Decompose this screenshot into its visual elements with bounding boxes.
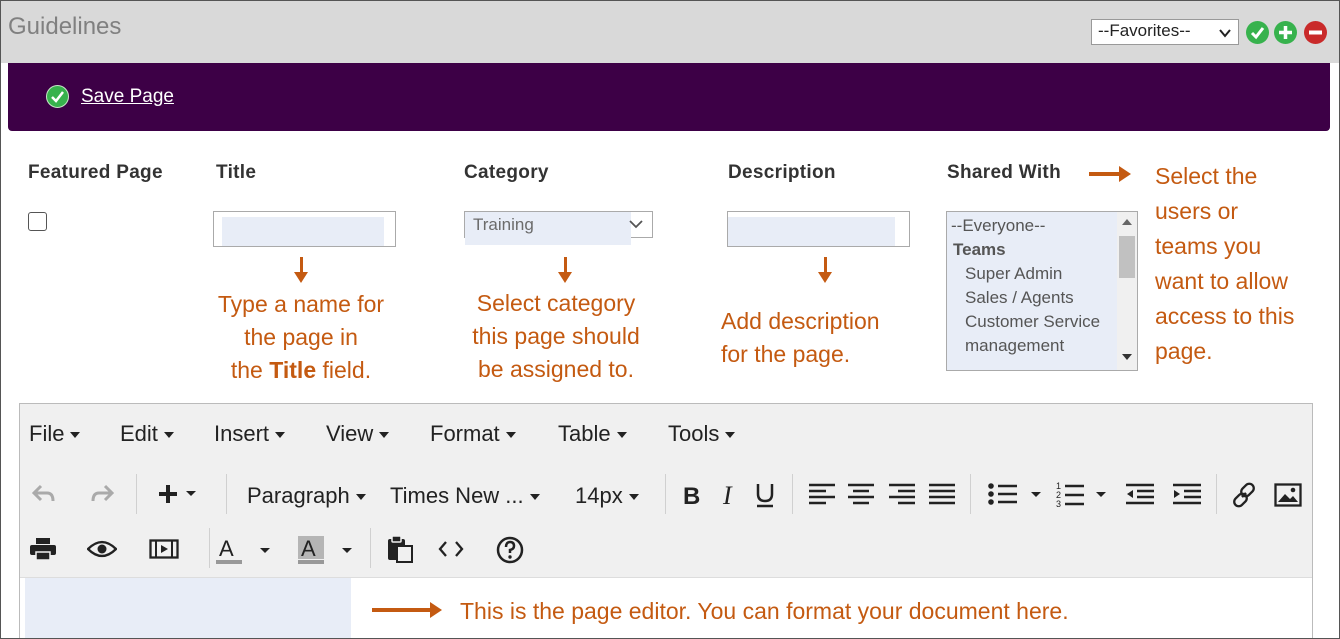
title-bar: Guidelines --Favorites--: [1, 1, 1339, 63]
favorite-add-button[interactable]: [1274, 21, 1297, 44]
svg-text:B: B: [683, 483, 700, 508]
description-label: Description: [728, 162, 836, 183]
description-annotation: Add description for the page.: [721, 308, 880, 367]
menu-view[interactable]: View: [326, 421, 390, 447]
description-annotation-arrow: [818, 257, 832, 283]
listbox-scrollbar[interactable]: [1117, 212, 1137, 370]
menu-table[interactable]: Table: [558, 421, 627, 447]
block-format-dropdown[interactable]: Paragraph: [247, 483, 366, 509]
insert-plus-icon[interactable]: [157, 483, 197, 505]
paste-icon[interactable]: [386, 535, 414, 563]
menu-tools[interactable]: Tools: [668, 421, 736, 447]
page-editor: File Edit Insert View Format Table Tools…: [19, 403, 1313, 638]
featured-page-checkbox[interactable]: [28, 212, 47, 231]
page-title: Guidelines: [8, 13, 122, 40]
guidelines-window: Guidelines --Favorites-- Save Page Featu…: [0, 0, 1340, 639]
shared-with-label: Shared With: [947, 162, 1061, 183]
indent-icon[interactable]: [1172, 483, 1202, 505]
bold-icon[interactable]: B: [681, 482, 703, 508]
editor-toolbar: Paragraph Times New ... 14px B I 123 A A: [20, 462, 1312, 578]
align-right-icon[interactable]: [888, 483, 916, 505]
link-icon[interactable]: [1230, 481, 1258, 509]
preview-eye-icon[interactable]: [87, 539, 117, 559]
editor-annotation-arrow: [372, 602, 442, 618]
plus-icon: [1279, 26, 1292, 39]
shared-with-listbox[interactable]: --Everyone-- Teams Super Admin Sales / A…: [946, 211, 1138, 371]
minus-icon: [1309, 30, 1322, 35]
description-input[interactable]: [727, 211, 910, 247]
scroll-down-icon[interactable]: [1122, 353, 1132, 361]
scrollbar-thumb[interactable]: [1119, 236, 1135, 278]
chevron-down-icon: [629, 220, 643, 229]
svg-text:A: A: [301, 536, 316, 561]
menu-file[interactable]: File: [29, 421, 81, 447]
title-annotation-arrow: [294, 257, 308, 283]
svg-text:I: I: [722, 482, 733, 508]
favorites-select[interactable]: --Favorites--: [1091, 19, 1239, 45]
list-item[interactable]: Customer Service: [965, 312, 1100, 332]
featured-page-label: Featured Page: [28, 162, 163, 183]
save-page-link[interactable]: Save Page: [81, 86, 174, 108]
shared-annotation-arrow: [1089, 166, 1131, 182]
category-annotation: Select category this page should be assi…: [472, 290, 640, 382]
category-label: Category: [464, 162, 549, 183]
editor-content-area[interactable]: This is the page editor. You can format …: [20, 578, 1312, 638]
background-color-icon[interactable]: A: [298, 536, 358, 564]
svg-text:3: 3: [1056, 499, 1061, 508]
list-item[interactable]: Super Admin: [965, 264, 1062, 284]
svg-text:A: A: [219, 536, 234, 561]
title-annotation: Type a name for the page in the Title fi…: [217, 291, 385, 383]
favorite-remove-button[interactable]: [1304, 21, 1327, 44]
font-family-dropdown[interactable]: Times New ...: [390, 483, 540, 509]
help-icon[interactable]: [496, 536, 524, 564]
favorites-value: --Favorites--: [1098, 21, 1191, 40]
category-select[interactable]: Training: [464, 211, 653, 245]
list-item[interactable]: --Everyone--: [951, 216, 1045, 236]
font-size-dropdown[interactable]: 14px: [575, 483, 639, 509]
align-justify-icon[interactable]: [928, 483, 956, 505]
redo-icon[interactable]: [89, 483, 115, 505]
align-center-icon[interactable]: [847, 483, 875, 505]
source-code-icon[interactable]: [438, 539, 464, 559]
category-value: Training: [473, 215, 534, 234]
list-item[interactable]: management: [965, 336, 1064, 356]
check-icon: [1250, 27, 1265, 40]
title-input[interactable]: [213, 211, 396, 247]
outdent-icon[interactable]: [1125, 483, 1155, 505]
bullet-list-icon[interactable]: [987, 482, 1047, 506]
shared-annotation: Select the users or teams you want to al…: [1155, 163, 1295, 364]
editor-menubar: File Edit Insert View Format Table Tools: [20, 404, 1312, 463]
undo-icon[interactable]: [31, 483, 57, 505]
underline-icon[interactable]: [754, 482, 776, 508]
scroll-up-icon[interactable]: [1122, 218, 1132, 226]
chevron-down-icon: [1219, 29, 1231, 38]
align-left-icon[interactable]: [808, 483, 836, 505]
save-bar: Save Page: [8, 63, 1330, 131]
list-group-label: Teams: [953, 240, 1006, 259]
menu-edit[interactable]: Edit: [120, 421, 174, 447]
menu-format[interactable]: Format: [430, 421, 516, 447]
title-label: Title: [216, 162, 257, 183]
category-annotation-arrow: [558, 257, 572, 283]
list-item[interactable]: Sales / Agents: [965, 288, 1074, 308]
numbered-list-icon[interactable]: 123: [1056, 480, 1116, 508]
text-color-icon[interactable]: A: [216, 536, 276, 564]
media-icon[interactable]: [149, 539, 179, 559]
menu-insert[interactable]: Insert: [214, 421, 286, 447]
italic-icon[interactable]: I: [720, 482, 742, 508]
editor-annotation: This is the page editor. You can format …: [460, 598, 1069, 624]
image-icon[interactable]: [1274, 483, 1302, 507]
favorite-confirm-button[interactable]: [1246, 21, 1269, 44]
check-circle-icon[interactable]: [46, 85, 69, 108]
print-icon[interactable]: [29, 537, 57, 561]
